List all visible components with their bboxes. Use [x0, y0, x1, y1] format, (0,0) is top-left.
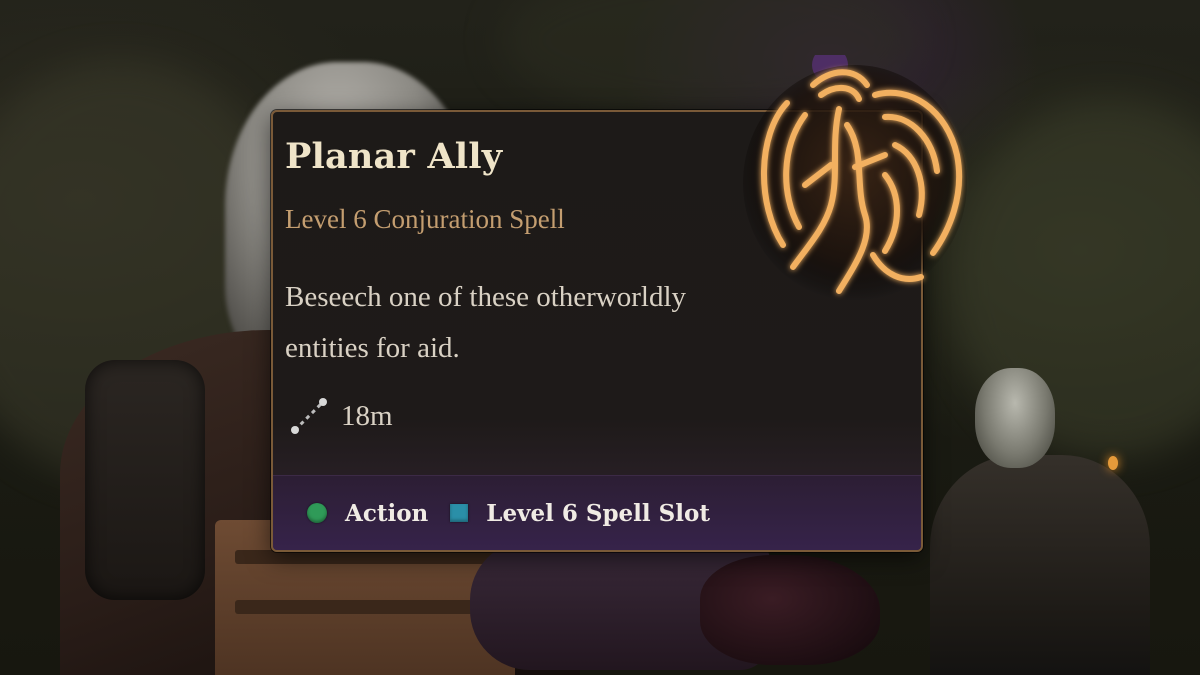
- character-right-head: [975, 368, 1055, 468]
- action-circle-icon: [307, 503, 327, 523]
- character-right-body: [930, 455, 1150, 675]
- cost-spell-slot-label: Level 6 Spell Slot: [486, 499, 710, 527]
- spell-type: Level 6 Conjuration Spell: [285, 204, 565, 234]
- vest-strap: [235, 600, 495, 614]
- range-line-icon: [287, 394, 331, 438]
- cost-spell-slot: Level 6 Spell Slot: [450, 500, 710, 527]
- vest-strap: [235, 550, 495, 564]
- planar-ally-emblem-icon: [735, 47, 980, 310]
- spell-slot-square-icon: [450, 504, 469, 522]
- spell-name: Planar Ally: [285, 136, 503, 177]
- cost-action-label: Action: [345, 499, 429, 527]
- range-value: 18m: [341, 399, 393, 432]
- spell-description: Beseech one of these otherworldly entiti…: [285, 281, 687, 364]
- candle-glow: [1108, 456, 1118, 470]
- spell-cost-bar: Action Level 6 Spell Slot: [273, 475, 921, 550]
- character-hand: [700, 555, 880, 665]
- character-left-armor: [85, 360, 205, 600]
- spell-range: 18m: [287, 396, 393, 436]
- cost-action: Action: [307, 500, 428, 527]
